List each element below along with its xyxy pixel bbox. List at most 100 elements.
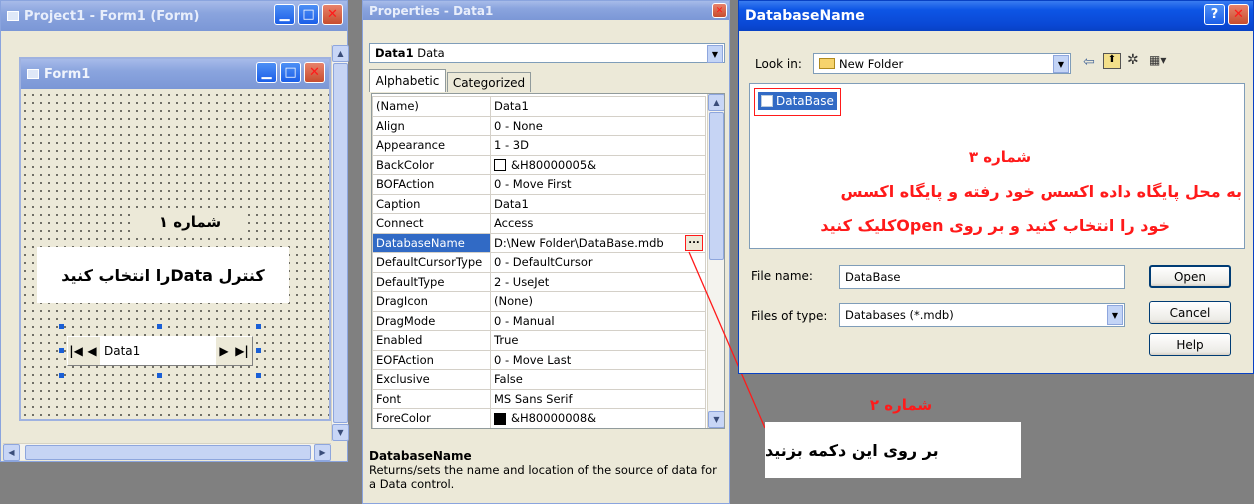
property-value[interactable]: D:\New Folder\DataBase.mdb... (490, 232, 706, 253)
property-value[interactable]: 1 - 3D (490, 135, 706, 156)
scroll-up-icon[interactable]: ▲ (332, 45, 349, 62)
property-name[interactable]: DefaultCursorType (372, 252, 491, 273)
property-name[interactable]: BackColor (372, 154, 491, 175)
property-row[interactable]: Appearance 1 - 3D (372, 135, 706, 156)
property-name[interactable]: DragIcon (372, 291, 491, 312)
property-row[interactable]: Caption Data1 (372, 193, 706, 214)
ellipsis-button[interactable]: ... (685, 234, 703, 251)
form-canvas[interactable]: شماره ۱ کنترل Dataرا انتخاب کنید |◀ ◀ Da… (21, 91, 329, 419)
property-value[interactable]: 2 - UseJet (490, 271, 706, 292)
h-scroll-thumb[interactable] (25, 445, 311, 460)
property-name[interactable]: DatabaseName (372, 232, 491, 253)
property-row[interactable]: (Name) Data1 (372, 96, 706, 117)
properties-titlebar[interactable]: Properties - Data1 (363, 1, 729, 20)
data-control-selection[interactable]: |◀ ◀ Data1 ▶ ▶| (59, 324, 261, 378)
property-name[interactable]: BOFAction (372, 174, 491, 195)
property-row[interactable]: DatabaseName D:\New Folder\DataBase.mdb..… (372, 232, 706, 253)
file-name-input[interactable]: DataBase (839, 265, 1125, 289)
property-name[interactable]: Caption (372, 193, 491, 214)
property-value[interactable]: False (490, 369, 706, 390)
form-close-button[interactable]: ✕ (304, 62, 325, 83)
scroll-down-icon[interactable]: ▼ (708, 411, 724, 428)
property-value[interactable]: (None) (490, 291, 706, 312)
dialog-titlebar[interactable]: DatabaseName (739, 1, 1253, 31)
files-of-type-select[interactable]: Databases (*.mdb) ▼ (839, 303, 1125, 327)
property-row[interactable]: Enabled True (372, 330, 706, 351)
property-name[interactable]: EOFAction (372, 349, 491, 370)
property-name[interactable]: Connect (372, 213, 491, 234)
property-row[interactable]: Exclusive False (372, 369, 706, 390)
look-in-combo[interactable]: New Folder ▼ (813, 53, 1071, 74)
property-row[interactable]: EOFAction 0 - Move Last (372, 349, 706, 370)
property-value[interactable]: 0 - Manual (490, 310, 706, 331)
property-grid[interactable]: (Name) Data1 Align 0 - None Appearance 1 - 3D… (371, 93, 725, 429)
move-last-icon[interactable]: ▶| (232, 344, 252, 358)
help-button[interactable]: Help (1149, 333, 1231, 356)
minimize-button[interactable]: ▁ (274, 4, 295, 25)
property-name[interactable]: (Name) (372, 96, 491, 117)
property-name[interactable]: ForeColor (372, 408, 491, 428)
property-row[interactable]: Font MS Sans Serif (372, 388, 706, 409)
property-name[interactable]: DefaultType (372, 271, 491, 292)
property-row[interactable]: BackColor &H80000005& (372, 154, 706, 175)
close-button[interactable]: ✕ (322, 4, 343, 25)
property-name[interactable]: DragMode (372, 310, 491, 331)
form-maximize-button[interactable]: □ (280, 62, 301, 83)
up-folder-icon[interactable]: ⬆ (1103, 53, 1121, 69)
project-vertical-scrollbar[interactable]: ▲ ▼ (331, 45, 349, 441)
scroll-right-icon[interactable]: ▶ (314, 444, 331, 461)
property-value[interactable]: Data1 (490, 96, 706, 117)
property-row[interactable]: DefaultType 2 - UseJet (372, 271, 706, 292)
property-row[interactable]: BOFAction 0 - Move First (372, 174, 706, 195)
property-row[interactable]: ForeColor &H80000008& (372, 408, 706, 428)
property-value[interactable]: Access (490, 213, 706, 234)
property-value[interactable]: 0 - None (490, 115, 706, 136)
file-item[interactable]: DataBase (758, 92, 837, 110)
cancel-button[interactable]: Cancel (1149, 301, 1231, 324)
property-value[interactable]: Data1 (490, 193, 706, 214)
view-menu-icon[interactable]: ▦▾ (1149, 53, 1173, 69)
file-list[interactable]: DataBase شماره ۳ به محل پایگاه داده اکسس… (749, 83, 1245, 249)
property-row[interactable]: Align 0 - None (372, 115, 706, 136)
property-value[interactable]: MS Sans Serif (490, 388, 706, 409)
property-name[interactable]: Align (372, 115, 491, 136)
scroll-left-icon[interactable]: ◀ (3, 444, 20, 461)
new-folder-icon[interactable]: ✲ (1127, 52, 1145, 68)
property-name[interactable]: Font (372, 388, 491, 409)
property-row[interactable]: DragMode 0 - Manual (372, 310, 706, 331)
file-item-highlight[interactable]: DataBase (754, 88, 841, 116)
move-first-icon[interactable]: |◀ (68, 344, 84, 358)
property-row[interactable]: DefaultCursorType 0 - DefaultCursor (372, 252, 706, 273)
scroll-thumb[interactable] (709, 112, 724, 260)
property-grid-scrollbar[interactable]: ▲ ▼ (707, 94, 724, 428)
chevron-down-icon[interactable]: ▼ (707, 45, 723, 63)
open-button[interactable]: Open (1149, 265, 1231, 288)
property-value[interactable]: 0 - Move Last (490, 349, 706, 370)
property-name[interactable]: Exclusive (372, 369, 491, 390)
chevron-down-icon[interactable]: ▼ (1107, 305, 1123, 325)
object-selector[interactable]: Data1 Data ▼ (369, 43, 725, 63)
project-window-titlebar[interactable]: Project1 - Form1 (Form) (1, 1, 347, 31)
property-value[interactable]: 0 - DefaultCursor (490, 252, 706, 273)
form-minimize-button[interactable]: ▁ (256, 62, 277, 83)
properties-close-button[interactable]: ✕ (712, 3, 727, 18)
scroll-thumb[interactable] (333, 63, 348, 423)
scroll-down-icon[interactable]: ▼ (332, 424, 349, 441)
tab-categorized[interactable]: Categorized (447, 72, 531, 92)
dialog-help-button[interactable]: ? (1204, 4, 1225, 25)
property-name[interactable]: Appearance (372, 135, 491, 156)
scroll-up-icon[interactable]: ▲ (708, 94, 724, 111)
property-value[interactable]: &H80000008& (490, 408, 706, 428)
data-control[interactable]: |◀ ◀ Data1 ▶ ▶| (67, 336, 253, 366)
property-value[interactable]: 0 - Move First (490, 174, 706, 195)
project-horizontal-scrollbar[interactable]: ◀ ▶ (3, 443, 331, 461)
chevron-down-icon[interactable]: ▼ (1053, 55, 1069, 73)
property-name[interactable]: Enabled (372, 330, 491, 351)
property-value[interactable]: True (490, 330, 706, 351)
move-next-icon[interactable]: ▶ (216, 344, 232, 358)
property-value[interactable]: &H80000005& (490, 154, 706, 175)
property-row[interactable]: DragIcon (None) (372, 291, 706, 312)
back-icon[interactable]: ⇦ (1083, 54, 1095, 70)
tab-alphabetic[interactable]: Alphabetic (369, 69, 446, 92)
property-row[interactable]: Connect Access (372, 213, 706, 234)
